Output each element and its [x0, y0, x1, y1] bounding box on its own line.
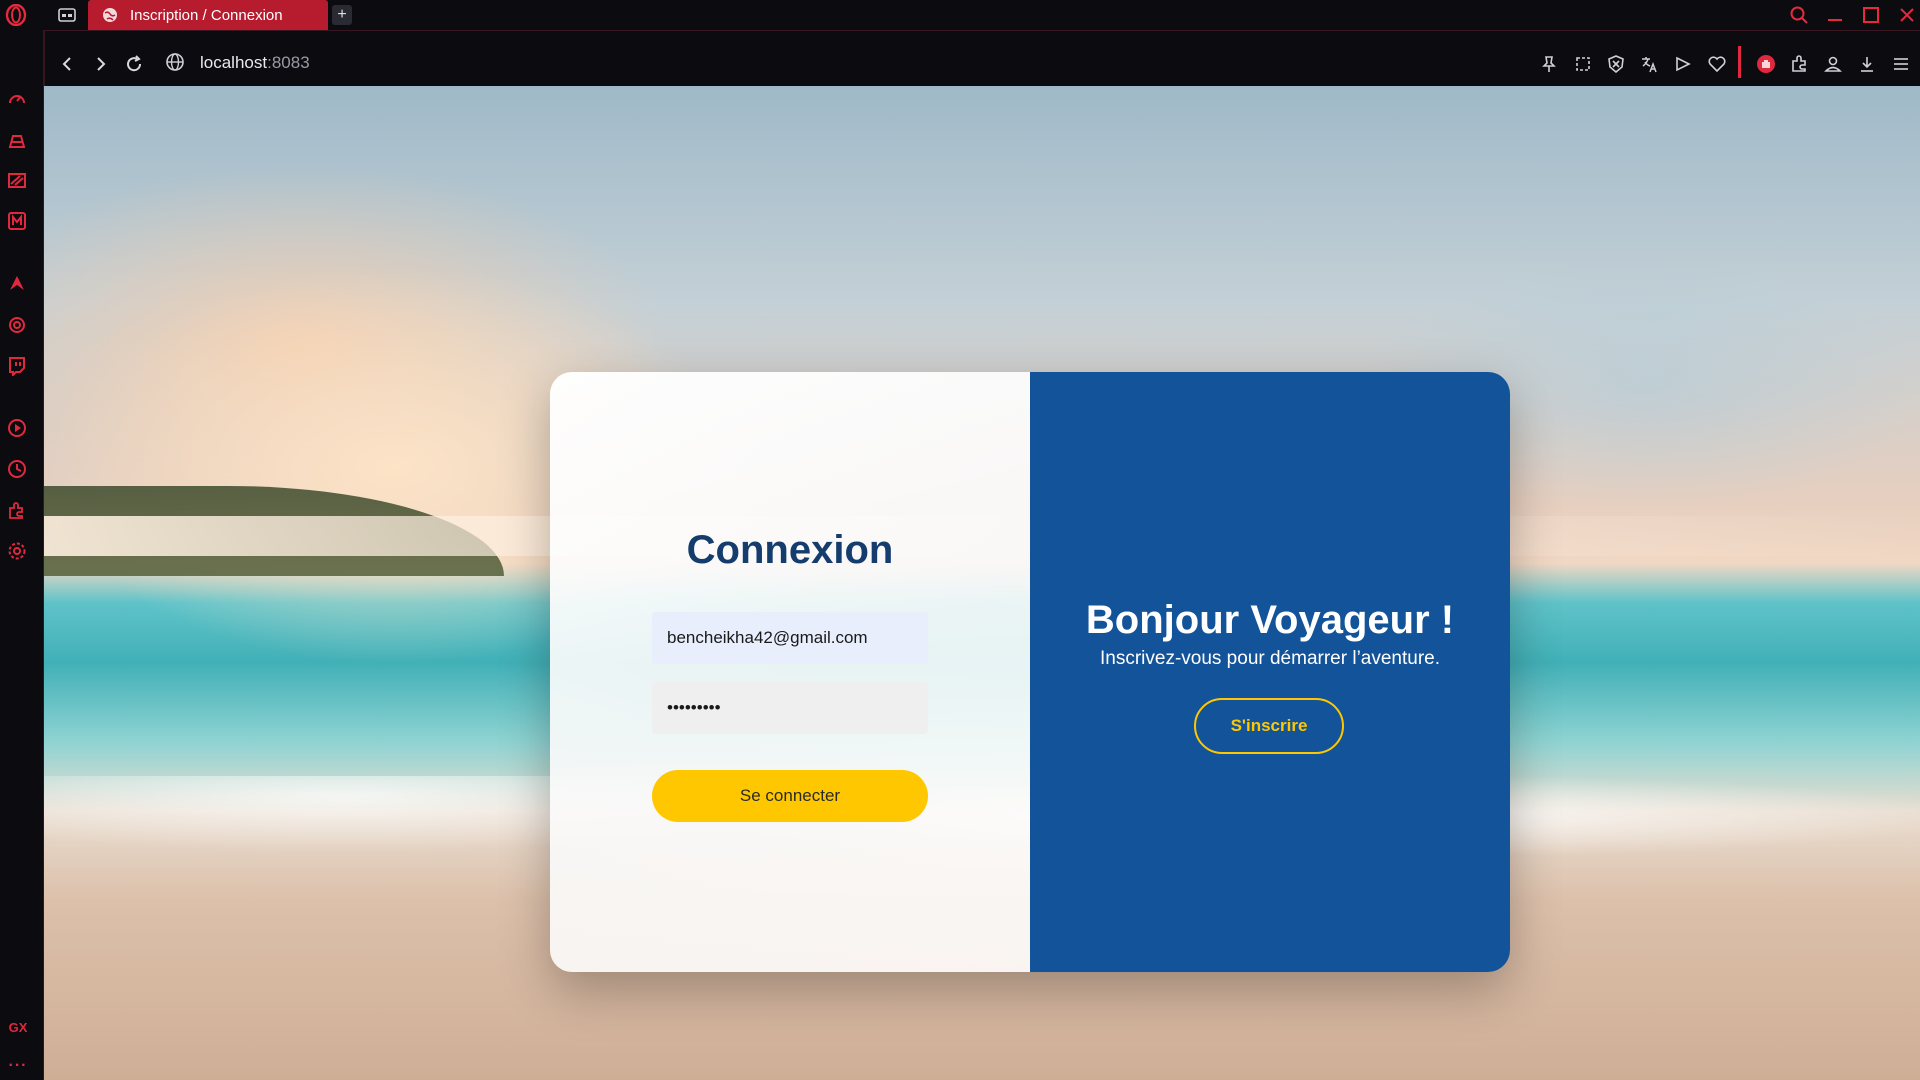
- adblock-hand-icon[interactable]: [1754, 52, 1778, 76]
- messenger-m-icon[interactable]: [6, 210, 28, 232]
- email-field[interactable]: [652, 612, 928, 664]
- speed-dial-icon[interactable]: [6, 88, 28, 110]
- send-flow-icon[interactable]: [1671, 52, 1695, 76]
- settings-gear-icon[interactable]: [6, 540, 28, 562]
- download-icon[interactable]: [1855, 52, 1879, 76]
- twitch-icon[interactable]: [6, 355, 28, 377]
- opera-gx-logo-icon[interactable]: [2, 2, 30, 28]
- new-tab-button[interactable]: +: [332, 5, 352, 25]
- minimize-icon[interactable]: [1822, 3, 1848, 27]
- globe-favicon-icon: [102, 7, 118, 23]
- easy-setup-menu-icon[interactable]: [1889, 52, 1913, 76]
- url-port: :8083: [267, 53, 310, 72]
- gx-control-icon[interactable]: [6, 130, 28, 152]
- reload-icon[interactable]: [122, 52, 146, 76]
- welcome-subtitle: Inscrivez-vous pour démarrer l’aventure.: [1099, 648, 1441, 669]
- player-icon[interactable]: [6, 417, 28, 439]
- pin-icon[interactable]: [1537, 52, 1561, 76]
- sidebar-more-icon[interactable]: ···: [6, 1057, 30, 1075]
- gx-sidebar-label[interactable]: GX: [6, 1020, 30, 1035]
- extensions-puzzle-icon[interactable]: [1788, 52, 1812, 76]
- register-button[interactable]: S'inscrire: [1194, 698, 1344, 754]
- close-icon[interactable]: [1894, 3, 1920, 27]
- history-icon[interactable]: [6, 458, 28, 480]
- chatgpt-icon[interactable]: [6, 314, 28, 336]
- site-info-globe-icon[interactable]: [164, 51, 186, 73]
- tab-title: Inscription / Connexion: [130, 6, 283, 24]
- aria-icon[interactable]: [6, 272, 28, 294]
- auth-card: Connexion Se connecter Bonjour Voyageur …: [550, 372, 1510, 972]
- welcome-title: Bonjour Voyageur !: [1085, 598, 1455, 642]
- login-button[interactable]: Se connecter: [652, 770, 928, 822]
- extensions-icon[interactable]: [6, 499, 28, 521]
- maximize-icon[interactable]: [1858, 3, 1884, 27]
- forward-arrow-icon[interactable]: [88, 52, 112, 76]
- snapshot-icon[interactable]: [1571, 52, 1595, 76]
- login-panel: Connexion Se connecter: [550, 372, 1030, 972]
- password-field[interactable]: [652, 682, 928, 734]
- tracker-blocker-icon[interactable]: [1604, 52, 1628, 76]
- search-icon[interactable]: [1786, 3, 1812, 27]
- translate-icon[interactable]: [1637, 52, 1661, 76]
- page-viewport: Connexion Se connecter Bonjour Voyageur …: [44, 86, 1920, 1080]
- profile-icon[interactable]: [1821, 52, 1845, 76]
- address-bar-url[interactable]: localhost:8083: [200, 53, 310, 73]
- gx-corner-icon[interactable]: [6, 170, 28, 192]
- tab-active[interactable]: Inscription / Connexion: [88, 0, 328, 30]
- login-title: Connexion: [686, 528, 894, 572]
- toolbar-separator: [1738, 46, 1741, 78]
- url-host: localhost: [200, 53, 268, 72]
- back-arrow-icon[interactable]: [56, 52, 80, 76]
- register-panel: Bonjour Voyageur ! Inscrivez-vous pour d…: [1030, 372, 1510, 972]
- tab-island-icon[interactable]: [56, 6, 78, 24]
- heart-icon[interactable]: [1705, 52, 1729, 76]
